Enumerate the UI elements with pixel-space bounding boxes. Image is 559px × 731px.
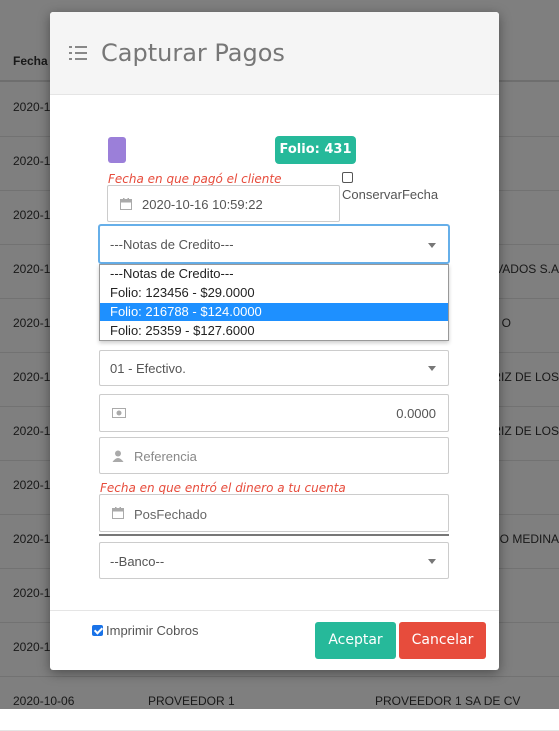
divider	[99, 534, 449, 536]
notas-credito-dropdown: ---Notas de Credito--- Folio: 123456 - $…	[99, 264, 449, 341]
dropdown-option[interactable]: ---Notas de Credito---	[100, 265, 448, 283]
dropdown-option[interactable]: Folio: 25359 - $127.6000	[100, 322, 448, 340]
imprimir-cobros-label: Imprimir Cobros	[106, 623, 199, 638]
hint-fecha-deposito: Fecha en que entró el dinero a tu cuenta	[100, 481, 346, 495]
hint-fecha-pago: Fecha en que pagó el cliente	[108, 172, 282, 186]
conservar-fecha-label: ConservarFecha	[342, 187, 439, 202]
chevron-down-icon	[428, 366, 436, 371]
monto-input[interactable]: 0.0000	[99, 394, 449, 432]
calendar-icon	[112, 507, 124, 519]
fecha-pago-input[interactable]: 2020-10-16 10:59:22	[107, 185, 340, 222]
referencia-placeholder: Referencia	[134, 449, 197, 464]
dropdown-option[interactable]: Folio: 123456 - $29.0000	[100, 284, 448, 302]
calendar-icon	[120, 198, 132, 210]
modal-footer-divider	[50, 610, 499, 611]
chevron-down-icon	[428, 559, 436, 564]
chevron-down-icon	[428, 243, 436, 248]
aceptar-button[interactable]: Aceptar	[315, 622, 396, 659]
fecha-pago-value: 2020-10-16 10:59:22	[142, 197, 263, 212]
notas-credito-selected: ---Notas de Credito---	[110, 237, 234, 252]
conservar-fecha-checkbox[interactable]	[342, 172, 353, 183]
referencia-input[interactable]: Referencia	[99, 437, 449, 474]
modal-title: Capturar Pagos	[101, 39, 285, 67]
monto-value: 0.0000	[396, 406, 436, 421]
forma-pago-select[interactable]: 01 - Efectivo.	[99, 350, 449, 386]
banco-select[interactable]: --Banco--	[99, 542, 449, 579]
modal-header: Capturar Pagos	[50, 12, 499, 95]
user-icon	[112, 450, 124, 462]
list-ol-icon	[69, 46, 87, 60]
imprimir-cobros-checkbox[interactable]	[92, 625, 103, 636]
color-badge	[108, 137, 126, 163]
banco-value: --Banco--	[110, 554, 165, 569]
folio-badge: Folio: 431	[275, 136, 356, 164]
posfechado-input[interactable]: PosFechado	[99, 494, 449, 532]
forma-pago-value: 01 - Efectivo.	[110, 361, 186, 376]
notas-credito-select[interactable]: ---Notas de Credito---	[99, 225, 449, 263]
posfechado-placeholder: PosFechado	[134, 507, 207, 522]
cancelar-button[interactable]: Cancelar	[399, 622, 486, 659]
dropdown-option-highlighted[interactable]: Folio: 216788 - $124.0000	[100, 303, 448, 321]
money-icon	[112, 408, 126, 418]
capturar-pagos-modal: Capturar Pagos Folio: 431 Fecha en que p…	[50, 12, 499, 670]
